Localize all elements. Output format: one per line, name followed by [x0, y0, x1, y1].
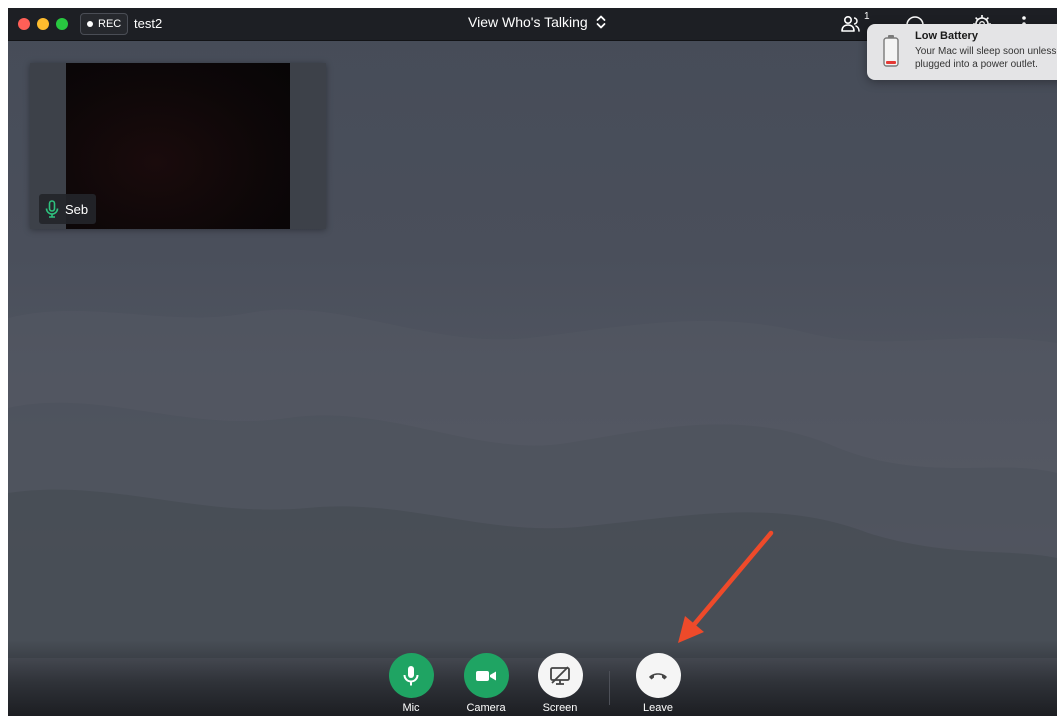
call-window: REC test2 View Who's Talking 1 Seb Mic C… [8, 8, 1057, 716]
control-bar: Mic Camera Screen Leave [8, 640, 1057, 716]
recording-badge[interactable]: REC [80, 13, 129, 35]
battery-low-icon [883, 35, 899, 67]
participant-name: Seb [65, 201, 89, 217]
participant-tile[interactable]: Seb [30, 63, 326, 229]
leave-label: Leave [643, 702, 673, 714]
control-separator [609, 671, 610, 705]
notification-title: Low Battery [915, 30, 978, 42]
participant-video [66, 63, 290, 229]
camera-label: Camera [466, 702, 506, 714]
mountain-background [8, 309, 1057, 658]
video-camera-icon [476, 670, 496, 681]
record-dot-icon [87, 21, 93, 27]
minimize-window-button[interactable] [37, 18, 49, 30]
microphone-icon [403, 665, 419, 685]
mic-label: Mic [402, 702, 420, 714]
low-battery-notification[interactable]: Low Battery Your Mac will sleep soon unl… [867, 24, 1057, 80]
microphone-icon [45, 200, 59, 218]
participant-count: 1 [864, 11, 870, 22]
view-mode-label: View Who's Talking [468, 14, 588, 30]
chevron-up-down-icon [596, 15, 606, 29]
camera-toggle[interactable] [463, 653, 509, 698]
leave-button[interactable]: Leave [628, 653, 688, 714]
camera-button[interactable]: Camera [456, 653, 516, 714]
mic-button[interactable]: Mic [381, 653, 441, 714]
view-mode-selector[interactable]: View Who's Talking [468, 14, 606, 30]
annotation-arrow [678, 530, 774, 643]
close-window-button[interactable] [18, 18, 30, 30]
zoom-window-button[interactable] [56, 18, 68, 30]
participants-icon[interactable] [840, 13, 862, 35]
notification-body: Your Mac will sleep soon unless plugged … [915, 46, 1057, 70]
screen-share-button[interactable]: Screen [530, 653, 590, 714]
participant-name-badge: Seb [39, 194, 97, 224]
screen-share-toggle[interactable] [537, 653, 583, 698]
screen-label: Screen [542, 702, 578, 714]
screen-share-off-icon [550, 665, 570, 685]
mic-toggle[interactable] [388, 653, 434, 698]
room-name: test2 [134, 16, 163, 31]
hang-up-icon [649, 672, 667, 679]
recording-label: REC [98, 18, 122, 30]
leave-call-button[interactable] [635, 653, 681, 698]
